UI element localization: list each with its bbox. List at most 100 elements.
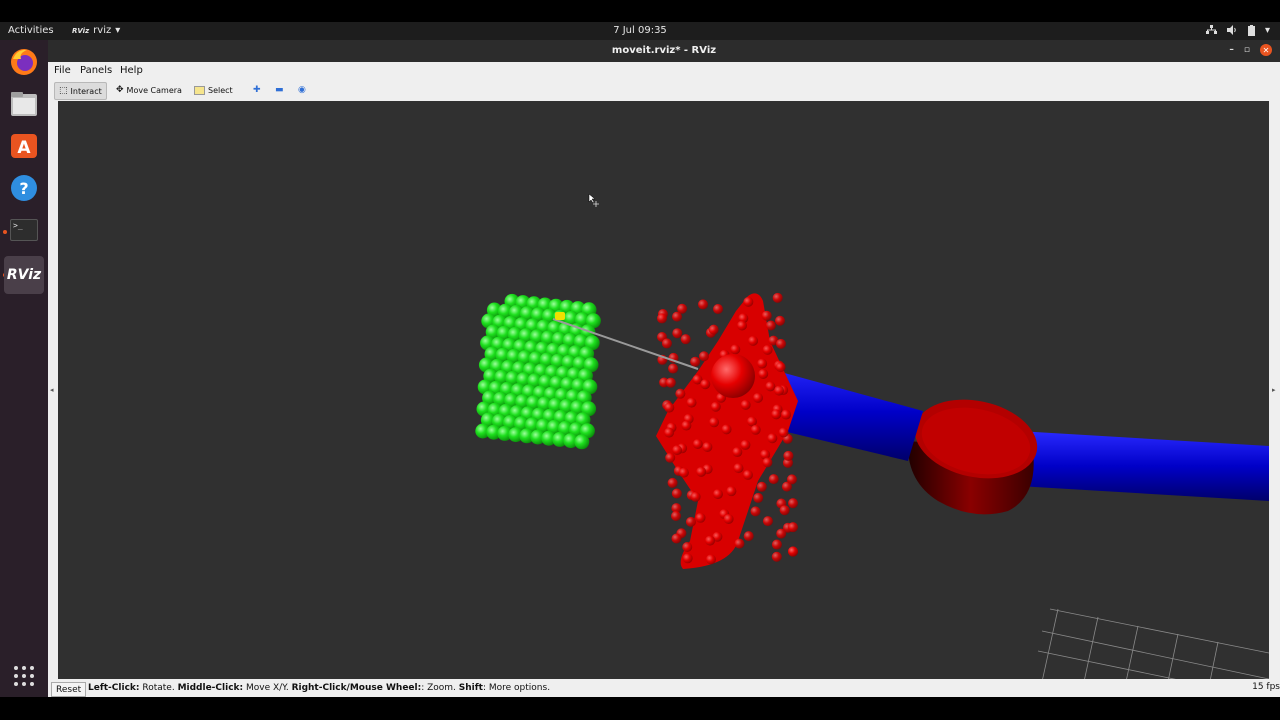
gripper-sphere: [710, 401, 721, 412]
gripper-sphere: [702, 441, 713, 452]
menu-help[interactable]: Help: [120, 65, 143, 76]
menu-panels[interactable]: Panels: [80, 65, 112, 76]
gripper-sphere: [675, 388, 686, 399]
files-icon[interactable]: [7, 87, 41, 121]
green-sphere: [574, 434, 590, 450]
gripper-sphere: [786, 474, 797, 485]
gripper-sphere: [712, 489, 723, 500]
gripper-sphere: [774, 315, 785, 326]
menu-file[interactable]: File: [54, 65, 71, 76]
system-top-bar: Activities RViz rviz ▾ 7 Jul 09:35 ▾: [0, 22, 1280, 40]
terminal-glyph: >_: [10, 219, 38, 241]
gripper-sphere: [698, 351, 709, 362]
svg-text:A: A: [17, 138, 31, 158]
gripper-sphere: [698, 299, 709, 310]
gripper-sphere: [705, 554, 716, 565]
gripper-sphere: [692, 439, 703, 450]
gripper-sphere: [690, 356, 701, 367]
gripper-sphere: [664, 427, 675, 438]
gripper-sphere: [723, 513, 734, 524]
gripper-sphere: [705, 535, 716, 546]
gripper-sphere: [667, 477, 678, 488]
interact-tool-button[interactable]: ⬚ Interact: [54, 82, 107, 100]
hint-right-click: Right-Click/Mouse Wheel:: [291, 683, 422, 693]
letterbox-bottom: [0, 697, 1280, 720]
hint-shift: Shift: [458, 683, 483, 693]
maximize-icon[interactable]: ▫: [1244, 45, 1250, 55]
gripper-sphere: [740, 439, 751, 450]
network-icon: [1205, 25, 1217, 39]
rviz-icon[interactable]: RViz: [4, 256, 44, 294]
gripper-sphere: [788, 546, 798, 557]
gripper-sphere: [765, 320, 776, 331]
select-icon: [194, 85, 205, 95]
window-titlebar[interactable]: moveit.rviz* - RViz – ▫ ✕: [48, 40, 1280, 62]
gripper-sphere: [677, 303, 688, 314]
minimize-icon[interactable]: –: [1229, 45, 1234, 55]
system-tray[interactable]: ▾: [1205, 25, 1270, 39]
gripper-sphere: [768, 474, 779, 485]
gripper-sphere: [775, 338, 786, 349]
gripper-sphere: [743, 296, 754, 307]
move-camera-label: Move Camera: [126, 85, 182, 95]
clock[interactable]: 7 Jul 09:35: [0, 25, 1280, 36]
hint-left-action: Rotate.: [139, 683, 178, 693]
gripper-sphere: [772, 292, 783, 303]
move-camera-tool-button[interactable]: ✥ Move Camera: [116, 82, 182, 98]
tool-properties-button[interactable]: ◉: [298, 82, 306, 98]
gripper-sphere: [664, 402, 675, 413]
gripper-sphere: [681, 420, 692, 431]
scene-svg: [475, 193, 1269, 679]
firefox-icon[interactable]: [7, 45, 41, 79]
close-icon[interactable]: ✕: [1260, 44, 1272, 56]
software-center-icon[interactable]: A: [7, 129, 41, 163]
gripper-sphere: [737, 320, 748, 331]
gripper-sphere: [732, 447, 743, 458]
rviz-logo-text: RViz: [6, 267, 42, 283]
gripper-sphere: [778, 427, 789, 438]
red-gripper: [656, 292, 798, 569]
status-bar: Reset Left-Click: Rotate. Middle-Click: …: [48, 681, 1280, 697]
window-controls: – ▫ ✕: [1229, 44, 1272, 56]
show-applications-icon[interactable]: [7, 659, 41, 693]
add-tool-button[interactable]: ✚: [253, 82, 261, 98]
gripper-sphere: [700, 379, 711, 390]
gripper-sphere: [752, 392, 763, 403]
help-icon[interactable]: ?: [7, 171, 41, 205]
gripper-sphere: [753, 492, 764, 503]
gripper-sphere: [709, 417, 720, 428]
dock: A ? >_ RViz: [0, 40, 48, 697]
tool-hint: Left-Click: Rotate. Middle-Click: Move X…: [88, 683, 550, 693]
gripper-sphere: [750, 506, 761, 517]
hint-shift-action: : More options.: [482, 683, 551, 693]
gripper-sphere: [682, 553, 693, 564]
render-viewport[interactable]: [58, 101, 1269, 679]
gripper-sphere: [726, 486, 737, 497]
gripper-sphere: [750, 424, 761, 435]
gripper-sphere: [771, 409, 782, 420]
gripper-sphere: [781, 409, 792, 420]
gripper-sphere: [696, 466, 707, 477]
hint-middle-action: Move X/Y.: [243, 683, 292, 693]
gripper-sphere: [765, 381, 776, 392]
blue-arm-link-2: [1018, 431, 1269, 501]
volume-icon: [1226, 25, 1238, 39]
select-tool-button[interactable]: Select: [194, 82, 233, 98]
terminal-icon[interactable]: >_: [7, 213, 41, 247]
gripper-sphere: [672, 445, 683, 456]
remove-tool-button[interactable]: ▬: [275, 82, 284, 98]
select-label: Select: [208, 85, 233, 95]
hint-right-action: : Zoom.: [421, 683, 459, 693]
gripper-sphere: [788, 498, 798, 509]
gripper-sphere: [678, 467, 689, 478]
svg-text:?: ?: [19, 179, 28, 198]
interact-label: Interact: [70, 86, 102, 96]
gripper-sphere: [680, 334, 691, 345]
reset-button[interactable]: Reset: [51, 682, 87, 697]
gripper-sphere: [690, 491, 701, 502]
gripper-sphere: [686, 397, 697, 408]
gripper-sphere: [665, 377, 676, 388]
gripper-sphere: [762, 344, 773, 355]
collapse-right-icon[interactable]: ▸: [1272, 386, 1276, 394]
collapse-left-icon[interactable]: ◂: [50, 386, 54, 394]
